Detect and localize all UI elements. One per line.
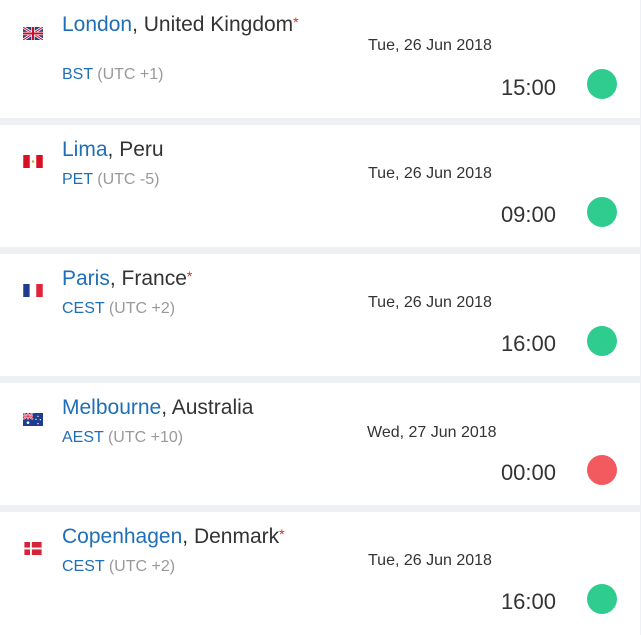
timezone-abbr-link[interactable]: BST bbox=[62, 66, 93, 83]
australia-flag-icon bbox=[23, 413, 43, 426]
uk-flag-icon bbox=[23, 27, 43, 40]
local-time: 16:00 bbox=[500, 331, 556, 356]
dst-asterisk: * bbox=[186, 268, 193, 284]
local-time: 16:00 bbox=[500, 589, 556, 614]
local-date: Wed, 27 Jun 2018 bbox=[367, 424, 497, 441]
timezone-abbr-link[interactable]: AEST bbox=[62, 429, 104, 446]
city-link[interactable]: Paris bbox=[62, 267, 110, 290]
local-date: Tue, 26 Jun 2018 bbox=[368, 552, 492, 569]
city-card-lima: Lima, Peru PET (UTC -5) Tue, 26 Jun 2018… bbox=[0, 125, 640, 247]
country-name: , France bbox=[109, 267, 187, 290]
timezone-offset: (UTC +2) bbox=[104, 300, 176, 317]
timezone-offset: (UTC -5) bbox=[92, 171, 160, 188]
timezone-label: AEST (UTC +10) bbox=[62, 429, 183, 447]
timezone-abbr-link[interactable]: CEST bbox=[62, 558, 104, 575]
france-flag-icon bbox=[23, 284, 43, 297]
city-link[interactable]: Copenhagen bbox=[62, 525, 182, 548]
timezone-offset: (UTC +2) bbox=[104, 558, 176, 575]
local-time: 00:00 bbox=[500, 460, 556, 485]
timezone-offset: (UTC +1) bbox=[92, 66, 164, 83]
status-dot-icon bbox=[587, 197, 617, 227]
local-date: Tue, 26 Jun 2018 bbox=[368, 37, 492, 54]
city-card-paris: Paris, France* CEST (UTC +2) Tue, 26 Jun… bbox=[0, 254, 640, 376]
timezone-abbr-link[interactable]: PET bbox=[62, 171, 93, 188]
city-link[interactable]: London bbox=[62, 13, 132, 36]
local-date: Tue, 26 Jun 2018 bbox=[368, 165, 492, 182]
city-card-melbourne: Melbourne, Australia AEST (UTC +10) Wed,… bbox=[0, 383, 640, 505]
place-name: Melbourne, Australia bbox=[62, 395, 312, 421]
timezone-label: BST (UTC +1) bbox=[62, 66, 164, 84]
dst-asterisk: * bbox=[279, 526, 285, 542]
local-date: Tue, 26 Jun 2018 bbox=[368, 294, 492, 311]
denmark-flag-icon bbox=[23, 542, 43, 555]
dst-asterisk: * bbox=[293, 14, 299, 30]
status-dot-icon bbox=[587, 69, 617, 99]
place-name: London, United Kingdom* bbox=[62, 12, 312, 38]
place-name: Paris, France* bbox=[62, 266, 312, 292]
status-dot-icon bbox=[587, 455, 617, 485]
timezone-label: CEST (UTC +2) bbox=[62, 300, 175, 318]
timezone-list: London, United Kingdom* BST (UTC +1) Tue… bbox=[0, 0, 641, 635]
peru-flag-icon bbox=[23, 155, 43, 168]
timezone-label: CEST (UTC +2) bbox=[62, 558, 175, 576]
local-time: 15:00 bbox=[500, 75, 556, 100]
status-dot-icon bbox=[587, 326, 617, 356]
city-card-copenhagen: Copenhagen, Denmark* CEST (UTC +2) Tue, … bbox=[0, 512, 640, 635]
status-dot-icon bbox=[587, 584, 617, 614]
city-link[interactable]: Melbourne bbox=[62, 396, 161, 419]
city-card-london: London, United Kingdom* BST (UTC +1) Tue… bbox=[0, 0, 640, 118]
place-name: Copenhagen, Denmark* bbox=[62, 524, 312, 550]
country-name: , Peru bbox=[107, 138, 164, 161]
place-name: Lima, Peru bbox=[62, 137, 312, 163]
timezone-offset: (UTC +10) bbox=[103, 429, 184, 446]
city-link[interactable]: Lima bbox=[62, 138, 108, 161]
local-time: 09:00 bbox=[500, 202, 556, 227]
country-name: , Australia bbox=[161, 396, 254, 419]
timezone-label: PET (UTC -5) bbox=[62, 171, 159, 189]
timezone-abbr-link[interactable]: CEST bbox=[62, 300, 104, 317]
country-name: , United Kingdom bbox=[132, 13, 294, 36]
country-name: , Denmark bbox=[182, 525, 280, 548]
